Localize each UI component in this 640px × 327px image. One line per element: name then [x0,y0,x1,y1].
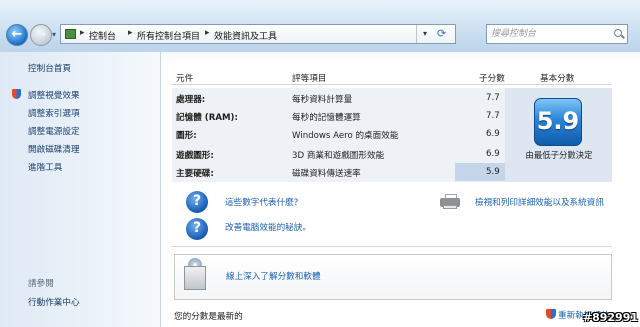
shield-icon [546,309,556,319]
component-label: 遊戲圖形: [176,151,214,161]
address-bar[interactable]: ▸ 控制台 ▸ 所有控制台項目 ▸ 效能資訊及工具 ▾ ⟳ [60,24,456,44]
sidebar-item-disk-cleanup[interactable]: 開啟磁碟清理 [28,143,80,155]
sidebar-item-visual-effects[interactable]: 調整視覺效果 [28,89,80,101]
online-help-link[interactable]: 線上深入了解分數和軟體 [226,270,321,282]
software-box-icon [182,258,208,292]
watermark: #892991 [582,311,638,324]
navigation-bar: ← → ▾ ▸ 控制台 ▸ 所有控制台項目 ▸ 效能資訊及工具 ▾ ⟳ [0,0,640,58]
help-icon: ? [186,218,208,240]
search-box[interactable] [486,24,628,44]
back-button[interactable]: ← [6,24,28,46]
print-details-link[interactable]: 檢視和列印詳細效能以及系統資訊 [475,196,604,208]
sidebar-item-home[interactable]: 控制台首頁 [28,62,71,74]
rated-item: 每秒的記憶體運算 [292,113,361,123]
rated-item: 3D 商業和遊戲圖形效能 [292,151,385,161]
subscore-value: 7.7 [486,93,500,103]
sidebar [0,52,160,327]
breadcrumb-separator-icon[interactable]: ▸ [205,28,210,38]
score-status-text: 您的分數是最新的 [174,312,243,322]
header-base-score: 基本分數 [540,74,575,84]
help-icon: ? [186,191,208,213]
rated-item: 每秒資料計算量 [292,95,353,105]
base-score-value: 5.9 [536,107,580,135]
printer-icon [440,194,460,209]
rated-item: Windows Aero 的桌面效能 [292,131,399,141]
forward-arrow-icon: → [35,27,47,42]
subscore-value: 6.9 [486,129,500,139]
search-input[interactable] [491,27,601,41]
breadcrumb-item-performance[interactable]: 效能資訊及工具 [214,29,277,42]
component-label: 處理器: [176,95,206,105]
what-numbers-link[interactable]: 這些數字代表什麼? [225,196,298,208]
improve-tips-link[interactable]: 改善電腦效能的秘訣。 [225,221,311,233]
control-panel-icon [65,29,76,39]
shield-icon [12,89,21,99]
base-score-badge: 5.9 [534,98,582,146]
header-component: 元件 [176,74,194,84]
refresh-icon[interactable]: ⟳ [437,27,446,40]
subscore-value: 6.9 [486,149,500,159]
content-top-fade [161,52,640,62]
back-arrow-icon: ← [11,27,23,42]
address-dropdown-icon[interactable]: ▾ [423,29,427,38]
header-rated: 評等項目 [292,74,327,84]
component-label: 主要硬碟: [176,169,214,179]
sidebar-item-action-center[interactable]: 行動作業中心 [28,296,80,308]
subscore-value: 7.7 [486,111,500,121]
see-also-heading: 請參閱 [28,279,54,289]
breadcrumb-separator-icon[interactable]: ▸ [128,28,133,38]
breadcrumb-item-all-items[interactable]: 所有控制台項目 [137,29,200,42]
sidebar-item-advanced-tools[interactable]: 進階工具 [28,161,62,173]
address-controls: ▾ ⟳ [416,25,455,43]
component-label: 記憶體 (RAM): [176,113,238,123]
breadcrumb-separator-icon[interactable]: ▸ [80,28,85,38]
search-icon[interactable] [614,29,622,37]
sidebar-item-indexing[interactable]: 調整索引選項 [28,107,80,119]
base-score-note: 由最低子分數決定 [525,150,593,160]
rated-item: 磁碟資料傳送速率 [292,169,361,179]
forward-button[interactable]: → [30,24,52,46]
sidebar-item-power[interactable]: 調整電源設定 [28,125,80,137]
header-divider [171,84,612,85]
header-subscore: 子分數 [479,74,505,84]
breadcrumb-item-control-panel[interactable]: 控制台 [89,29,116,42]
subscore-value: 5.9 [486,167,500,177]
recent-pages-dropdown[interactable]: ▾ [52,30,56,39]
section-divider [171,246,612,247]
component-label: 圖形: [176,131,197,141]
